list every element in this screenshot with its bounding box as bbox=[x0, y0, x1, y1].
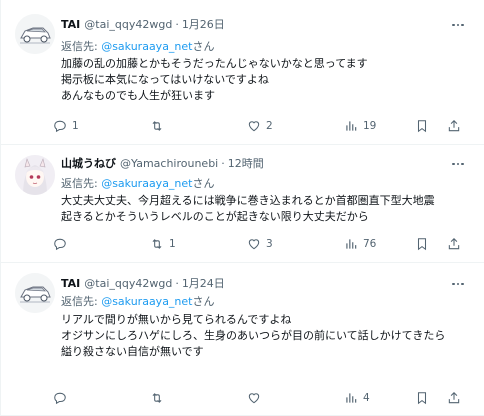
display-name[interactable]: TAI bbox=[61, 277, 80, 290]
share-button[interactable] bbox=[447, 234, 461, 254]
views-button[interactable]: 4 bbox=[344, 388, 370, 408]
views-icon bbox=[346, 239, 357, 249]
reply-to-line: 返信先: @sakuraaya_netさん bbox=[61, 38, 215, 54]
reply-to-label: 返信先: bbox=[61, 177, 102, 190]
like-button[interactable] bbox=[247, 388, 266, 408]
like-icon bbox=[248, 121, 260, 132]
separator-dot: · bbox=[221, 156, 225, 170]
tweet-header: 山城うねび @Yamachirounebi · 12時間 bbox=[61, 155, 264, 171]
bookmark-icon bbox=[417, 238, 427, 251]
share-icon bbox=[448, 392, 460, 404]
reply-button[interactable] bbox=[53, 388, 72, 408]
tweet-text: 大丈夫大丈夫、今月超えるには戦争に巻き込まれるとか首都圏直下型大地震 起きるとか… bbox=[61, 193, 471, 225]
retweet-button[interactable] bbox=[150, 116, 169, 136]
display-name[interactable]: TAI bbox=[61, 18, 80, 31]
tweet-text-line: 大丈夫大丈夫、今月超えるには戦争に巻き込まれるとか首都圏直下型大地震 bbox=[61, 194, 435, 207]
user-handle[interactable]: @tai_qqy42wgd bbox=[84, 18, 172, 31]
tweet-text-line: 掲示板に本気になってはいけないですよね bbox=[61, 73, 269, 86]
like-icon bbox=[248, 239, 260, 250]
retweet-icon bbox=[152, 121, 162, 131]
reply-mention-link[interactable]: @sakuraaya_net bbox=[101, 40, 192, 53]
bookmark-icon bbox=[417, 120, 427, 133]
tweet[interactable]: TAI @tai_qqy42wgd · 1月26日 返信先: @sakuraay… bbox=[1, 0, 484, 145]
bookmark-button[interactable] bbox=[415, 388, 429, 408]
action-bar: 1 2 19 bbox=[53, 116, 473, 136]
avatar[interactable] bbox=[15, 273, 55, 313]
display-name[interactable]: 山城うねび bbox=[61, 155, 116, 171]
reply-to-line: 返信先: @sakuraaya_netさん bbox=[61, 175, 215, 191]
tweet[interactable]: 山城うねび @Yamachirounebi · 12時間 返信先: @sakur… bbox=[1, 145, 484, 263]
avatar[interactable] bbox=[15, 14, 55, 54]
share-button[interactable] bbox=[447, 116, 461, 136]
tweet-text-line: 加藤の乱の加藤とかもそうだったんじゃないかなと思ってます bbox=[61, 57, 368, 70]
retweet-count: 1 bbox=[169, 238, 176, 250]
reply-icon bbox=[54, 392, 66, 405]
tweet-text: リアルで間りが無いから見てられるんですよね オジサンにしろハゲにしろ、生身のあい… bbox=[61, 312, 471, 360]
bookmark-button[interactable] bbox=[415, 116, 429, 136]
views-button[interactable]: 76 bbox=[344, 234, 376, 254]
reply-count: 1 bbox=[72, 120, 79, 132]
reply-button[interactable]: 1 bbox=[53, 116, 79, 136]
reply-thread: TAI @tai_qqy42wgd · 1月26日 返信先: @sakuraay… bbox=[0, 0, 484, 416]
retweet-icon bbox=[152, 393, 162, 403]
tweet-text-line: 起きるとかそういうレベルのことが起きない限り大丈夫だから bbox=[61, 210, 369, 223]
retweet-icon bbox=[152, 239, 162, 249]
bookmark-button[interactable] bbox=[415, 234, 429, 254]
tweet-text: 加藤の乱の加藤とかもそうだったんじゃないかなと思ってます 掲示板に本気になっては… bbox=[61, 56, 471, 104]
tweet[interactable]: TAI @tai_qqy42wgd · 1月24日 返信先: @sakuraay… bbox=[1, 263, 484, 416]
bookmark-icon bbox=[417, 392, 427, 405]
action-bar: 4 bbox=[53, 388, 473, 408]
more-icon[interactable] bbox=[449, 18, 467, 32]
views-icon bbox=[346, 393, 357, 403]
separator-dot: · bbox=[175, 276, 179, 290]
tweet-text-line: オジサンにしろハゲにしろ、生身のあいつらが目の前にいて話しかけてきたら bbox=[61, 329, 446, 342]
more-icon[interactable] bbox=[449, 277, 467, 291]
reply-icon bbox=[54, 238, 66, 251]
retweet-button[interactable]: 1 bbox=[150, 234, 176, 254]
view-count: 4 bbox=[363, 392, 370, 404]
avatar[interactable] bbox=[15, 155, 55, 195]
tweet-header: TAI @tai_qqy42wgd · 1月24日 bbox=[61, 275, 225, 291]
like-button[interactable]: 3 bbox=[247, 234, 273, 254]
views-button[interactable]: 19 bbox=[344, 116, 376, 136]
like-icon bbox=[248, 393, 260, 404]
share-button[interactable] bbox=[447, 388, 461, 408]
timestamp[interactable]: 1月26日 bbox=[182, 16, 225, 32]
user-handle[interactable]: @tai_qqy42wgd bbox=[84, 277, 172, 290]
view-count: 76 bbox=[363, 238, 377, 250]
reply-suffix: さん bbox=[192, 177, 215, 190]
reply-icon bbox=[54, 120, 66, 133]
separator-dot: · bbox=[175, 17, 179, 31]
reply-button[interactable] bbox=[53, 234, 72, 254]
like-button[interactable]: 2 bbox=[247, 116, 273, 136]
reply-to-label: 返信先: bbox=[61, 295, 102, 308]
reply-mention-link[interactable]: @sakuraaya_net bbox=[101, 177, 192, 190]
share-icon bbox=[448, 120, 460, 132]
tweet-header: TAI @tai_qqy42wgd · 1月26日 bbox=[61, 16, 225, 32]
like-count: 2 bbox=[266, 120, 273, 132]
like-count: 3 bbox=[266, 238, 273, 250]
view-count: 19 bbox=[363, 120, 377, 132]
reply-suffix: さん bbox=[192, 40, 215, 53]
more-icon[interactable] bbox=[449, 157, 467, 171]
tweet-text-line: あんなものでも人生が狂います bbox=[61, 89, 215, 102]
timestamp[interactable]: 1月24日 bbox=[182, 275, 225, 291]
tweet-text-line: リアルで間りが無いから見てられるんですよね bbox=[61, 313, 292, 326]
views-icon bbox=[346, 121, 357, 131]
share-icon bbox=[448, 238, 460, 250]
user-handle[interactable]: @Yamachirounebi bbox=[120, 157, 218, 170]
tweet-text-line: 縊り殺さない自信が無いです bbox=[61, 345, 204, 358]
retweet-button[interactable] bbox=[150, 388, 169, 408]
timestamp[interactable]: 12時間 bbox=[228, 155, 264, 171]
reply-to-line: 返信先: @sakuraaya_netさん bbox=[61, 293, 215, 309]
action-bar: 1 3 76 bbox=[53, 234, 473, 254]
reply-suffix: さん bbox=[192, 295, 215, 308]
reply-mention-link[interactable]: @sakuraaya_net bbox=[101, 295, 192, 308]
reply-to-label: 返信先: bbox=[61, 40, 102, 53]
